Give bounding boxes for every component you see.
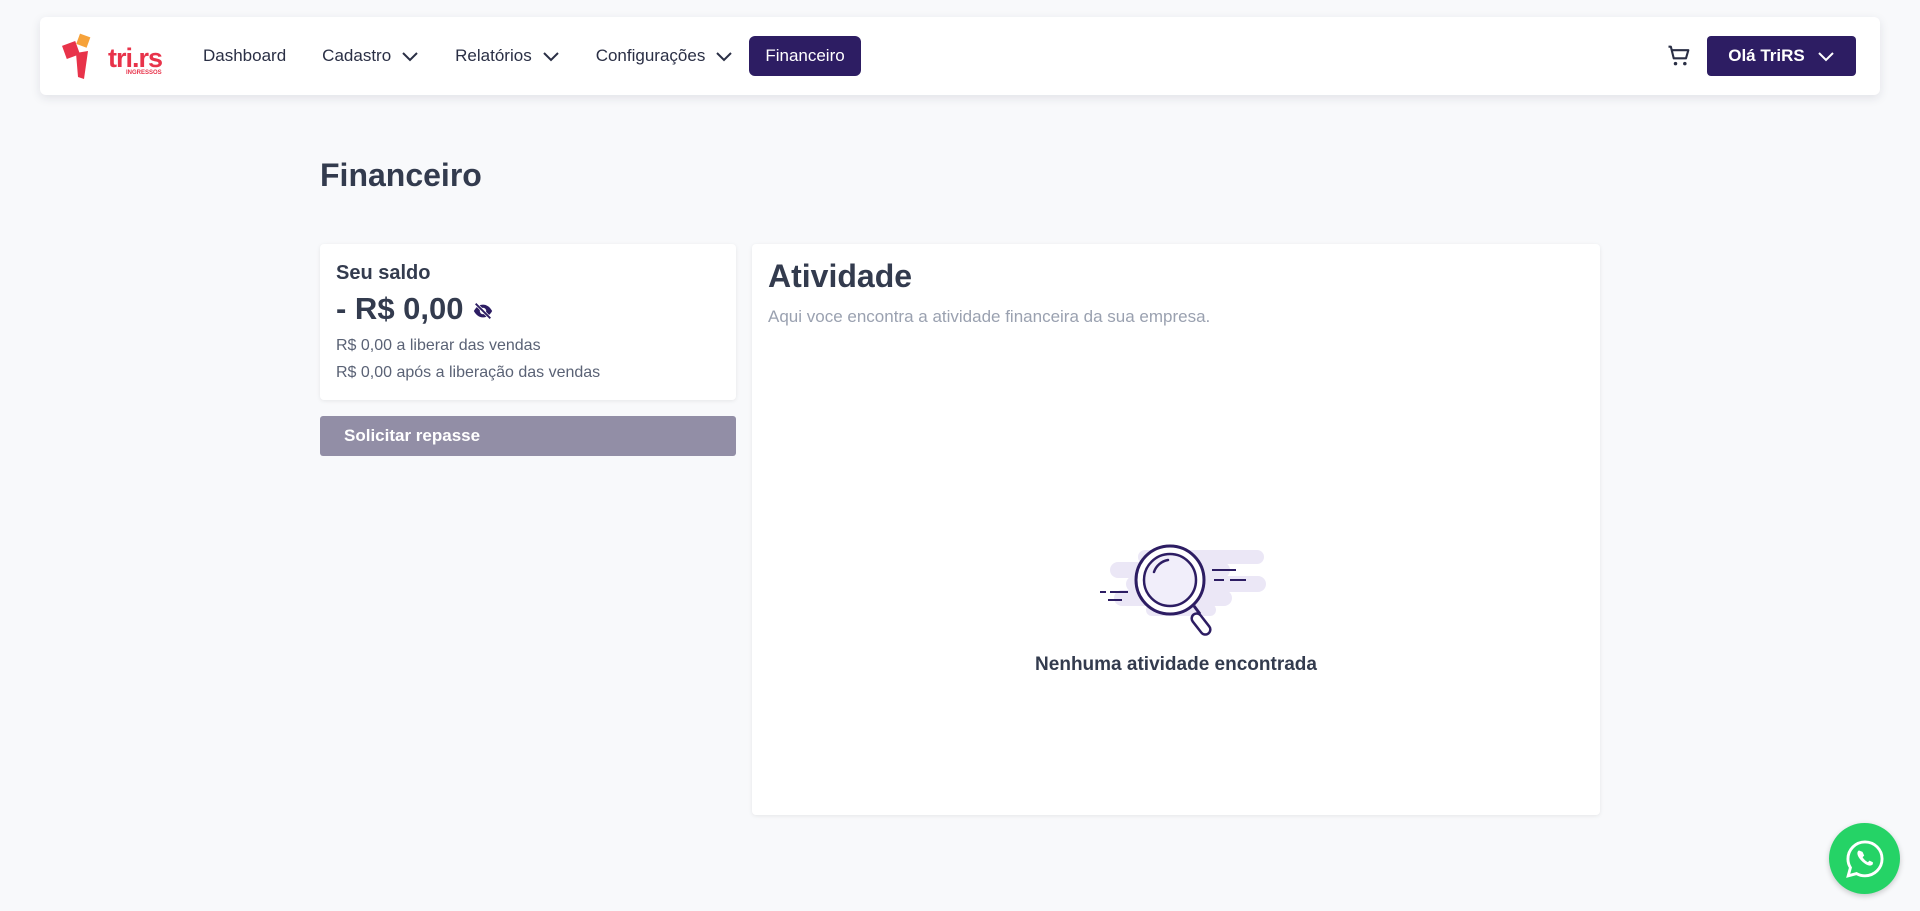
brand-logo[interactable]: tri.rs INGRESSOS	[62, 31, 166, 83]
nav-configuracoes-label: Configurações	[595, 46, 706, 65]
balance-after-release: R$ 0,00 após a liberação das vendas	[336, 364, 601, 381]
balance-label: Seu saldo	[336, 262, 431, 284]
nav-dashboard-label: Dashboard	[203, 46, 287, 65]
main-menu: Dashboard Cadastro Relatórios Configuraç…	[203, 17, 897, 95]
chevron-down-icon	[1818, 52, 1834, 62]
balance-card: Seu saldo - R$ 0,00 R$ 0,00 a liberar da…	[320, 244, 736, 400]
nav-relatorios-label: Relatórios	[455, 46, 532, 65]
empty-state-text: Nenhuma atividade encontrada	[1035, 654, 1317, 675]
chevron-down-icon	[716, 52, 733, 62]
request-transfer-button[interactable]: Solicitar repasse	[320, 416, 736, 456]
balance-value: - R$ 0,00	[336, 291, 464, 326]
activity-subtitle: Aqui voce encontra a atividade financeir…	[768, 307, 1211, 326]
nav-configuracoes[interactable]: Configurações	[596, 36, 734, 76]
user-menu-button[interactable]: Olá TriRS	[1707, 36, 1856, 76]
chevron-down-icon	[402, 52, 418, 62]
nav-relatorios[interactable]: Relatórios	[455, 36, 560, 76]
whatsapp-icon	[1845, 839, 1884, 878]
balance-value-row: - R$ 0,00	[336, 291, 720, 327]
top-navbar: tri.rs INGRESSOS Dashboard Cadastro Rela…	[40, 17, 1880, 95]
nav-financeiro-label: Financeiro	[765, 46, 845, 65]
nav-financeiro[interactable]: Financeiro	[749, 36, 861, 76]
cart-button[interactable]	[1665, 42, 1693, 70]
eye-off-icon[interactable]	[472, 300, 494, 322]
user-menu-label: Olá TriRS	[1728, 46, 1805, 65]
balance-to-release: R$ 0,00 a liberar das vendas	[336, 337, 541, 354]
magnifier-illustration	[1100, 544, 1266, 636]
activity-card: Atividade Aqui voce encontra a atividade…	[752, 244, 1600, 815]
nav-dashboard[interactable]: Dashboard	[203, 36, 286, 76]
page-title: Financeiro	[320, 157, 482, 193]
logo-subtext: INGRESSOS	[126, 70, 162, 76]
activity-title: Atividade	[768, 258, 913, 294]
nav-cadastro-label: Cadastro	[322, 46, 392, 65]
whatsapp-button[interactable]	[1829, 823, 1900, 894]
cart-icon	[1668, 45, 1690, 66]
nav-cadastro[interactable]: Cadastro	[322, 36, 419, 76]
chevron-down-icon	[542, 52, 559, 62]
